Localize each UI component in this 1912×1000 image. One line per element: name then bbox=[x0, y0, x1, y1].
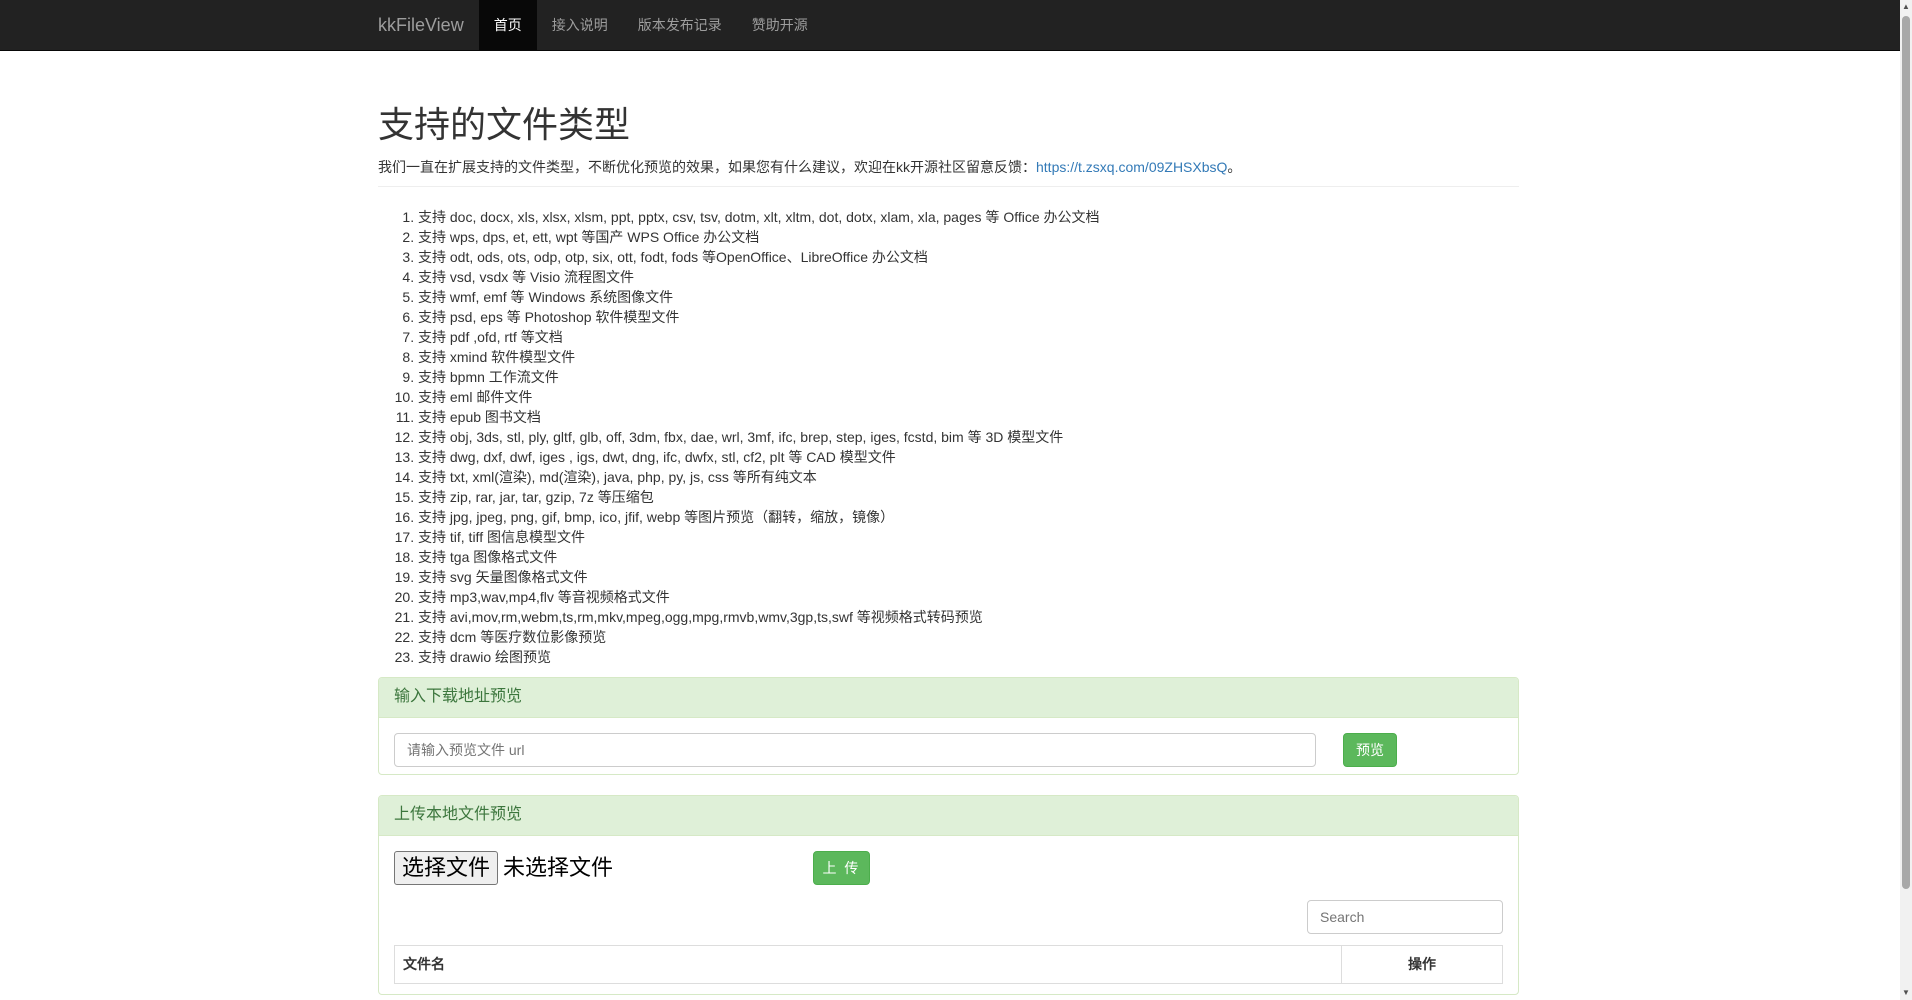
files-table: 文件名 操作 bbox=[394, 944, 1503, 984]
nav-item-sponsor[interactable]: 赞助开源 bbox=[737, 0, 823, 50]
choose-file-button[interactable]: 选择文件 bbox=[394, 850, 498, 885]
intro-suffix: 。 bbox=[1227, 158, 1242, 175]
file-type-item: 支持 psd, eps 等 Photoshop 软件模型文件 bbox=[418, 307, 1519, 327]
file-type-item: 支持 epub 图书文档 bbox=[418, 407, 1519, 427]
file-type-item: 支持 pdf ,ofd, rtf 等文档 bbox=[418, 327, 1519, 347]
nav-item-releases[interactable]: 版本发布记录 bbox=[623, 0, 737, 50]
main-container: 支持的文件类型 我们一直在扩展支持的文件类型，不断优化预览的效果，如果您有什么建… bbox=[378, 51, 1519, 995]
vertical-scrollbar[interactable]: ▲ ▼ bbox=[1900, 0, 1912, 1000]
file-type-item: 支持 drawio 绘图预览 bbox=[418, 647, 1519, 667]
scroll-up-icon[interactable]: ▲ bbox=[1900, 0, 1912, 14]
file-type-item: 支持 mp3,wav,mp4,flv 等音视频格式文件 bbox=[418, 587, 1519, 607]
file-type-item: 支持 bpmn 工作流文件 bbox=[418, 367, 1519, 387]
column-header-actions[interactable]: 操作 bbox=[1341, 944, 1503, 984]
nav-item-home[interactable]: 首页 bbox=[478, 0, 537, 50]
no-file-chosen-label: 未选择文件 bbox=[503, 854, 614, 880]
file-type-item: 支持 tif, tiff 图信息模型文件 bbox=[418, 527, 1519, 547]
brand-logo[interactable]: kkFileView bbox=[366, 0, 479, 50]
table-header-row: 文件名 操作 bbox=[394, 944, 1503, 984]
url-panel-body: 预览 bbox=[379, 718, 1518, 767]
url-preview-panel: 输入下载地址预览 预览 bbox=[378, 676, 1519, 775]
file-type-item: 支持 svg 矢量图像格式文件 bbox=[418, 567, 1519, 587]
file-type-item: 支持 zip, rar, jar, tar, gzip, 7z 等压缩包 bbox=[418, 487, 1519, 507]
file-type-item: 支持 tga 图像格式文件 bbox=[418, 547, 1519, 567]
intro-text: 我们一直在扩展支持的文件类型，不断优化预览的效果，如果您有什么建议，欢迎在kk开… bbox=[378, 157, 1519, 177]
file-type-item: 支持 wps, dps, et, ett, wpt 等国产 WPS Office… bbox=[418, 227, 1519, 247]
file-type-item: 支持 avi,mov,rm,webm,ts,rm,mkv,mpeg,ogg,mp… bbox=[418, 607, 1519, 627]
preview-button[interactable]: 预览 bbox=[1343, 732, 1397, 767]
page-title: 支持的文件类型 bbox=[378, 104, 631, 145]
file-type-item: 支持 wmf, emf 等 Windows 系统图像文件 bbox=[418, 287, 1519, 307]
page-header: 支持的文件类型 我们一直在扩展支持的文件类型，不断优化预览的效果，如果您有什么建… bbox=[378, 51, 1519, 187]
navbar-menu: kkFileView 首页 接入说明 版本发布记录 赞助开源 bbox=[366, 0, 823, 50]
upload-panel-body: 选择文件 未选择文件 上 传 文件名 操作 bbox=[379, 836, 1518, 984]
url-input[interactable] bbox=[394, 732, 1316, 767]
file-type-item: 支持 obj, 3ds, stl, ply, gltf, glb, off, 3… bbox=[418, 427, 1519, 447]
file-types-list: 支持 doc, docx, xls, xlsx, xlsm, ppt, pptx… bbox=[378, 207, 1519, 667]
feedback-link[interactable]: https://t.zsxq.com/09ZHSXbsQ bbox=[1036, 159, 1227, 175]
file-type-item: 支持 txt, xml(渲染), md(渲染), java, php, py, … bbox=[418, 467, 1519, 487]
file-type-item: 支持 dcm 等医疗数位影像预览 bbox=[418, 627, 1519, 647]
file-type-item: 支持 eml 邮件文件 bbox=[418, 387, 1519, 407]
intro-message: 我们一直在扩展支持的文件类型，不断优化预览的效果，如果您有什么建议，欢迎在kk开… bbox=[378, 158, 1036, 175]
scroll-down-icon[interactable]: ▼ bbox=[1900, 986, 1912, 1000]
file-type-item: 支持 dwg, dxf, dwf, iges , igs, dwt, dng, … bbox=[418, 447, 1519, 467]
upload-panel: 上传本地文件预览 选择文件 未选择文件 上 传 文件名 操作 bbox=[378, 794, 1519, 995]
upload-button[interactable]: 上 传 bbox=[813, 850, 870, 885]
file-type-item: 支持 odt, ods, ots, odp, otp, six, ott, fo… bbox=[418, 247, 1519, 267]
file-type-item: 支持 vsd, vsdx 等 Visio 流程图文件 bbox=[418, 267, 1519, 287]
file-type-item: 支持 doc, docx, xls, xlsx, xlsm, ppt, pptx… bbox=[418, 207, 1519, 227]
file-type-item: 支持 jpg, jpeg, png, gif, bmp, ico, jfif, … bbox=[418, 507, 1519, 527]
file-type-item: 支持 xmind 软件模型文件 bbox=[418, 347, 1519, 367]
scrollbar-thumb[interactable] bbox=[1902, 16, 1910, 889]
search-input[interactable] bbox=[1307, 899, 1503, 934]
url-panel-heading: 输入下载地址预览 bbox=[379, 677, 1518, 718]
column-header-filename[interactable]: 文件名 bbox=[394, 944, 1342, 984]
nav-item-integration[interactable]: 接入说明 bbox=[537, 0, 623, 50]
top-navbar: kkFileView 首页 接入说明 版本发布记录 赞助开源 bbox=[0, 0, 1900, 51]
upload-panel-heading: 上传本地文件预览 bbox=[379, 795, 1518, 836]
